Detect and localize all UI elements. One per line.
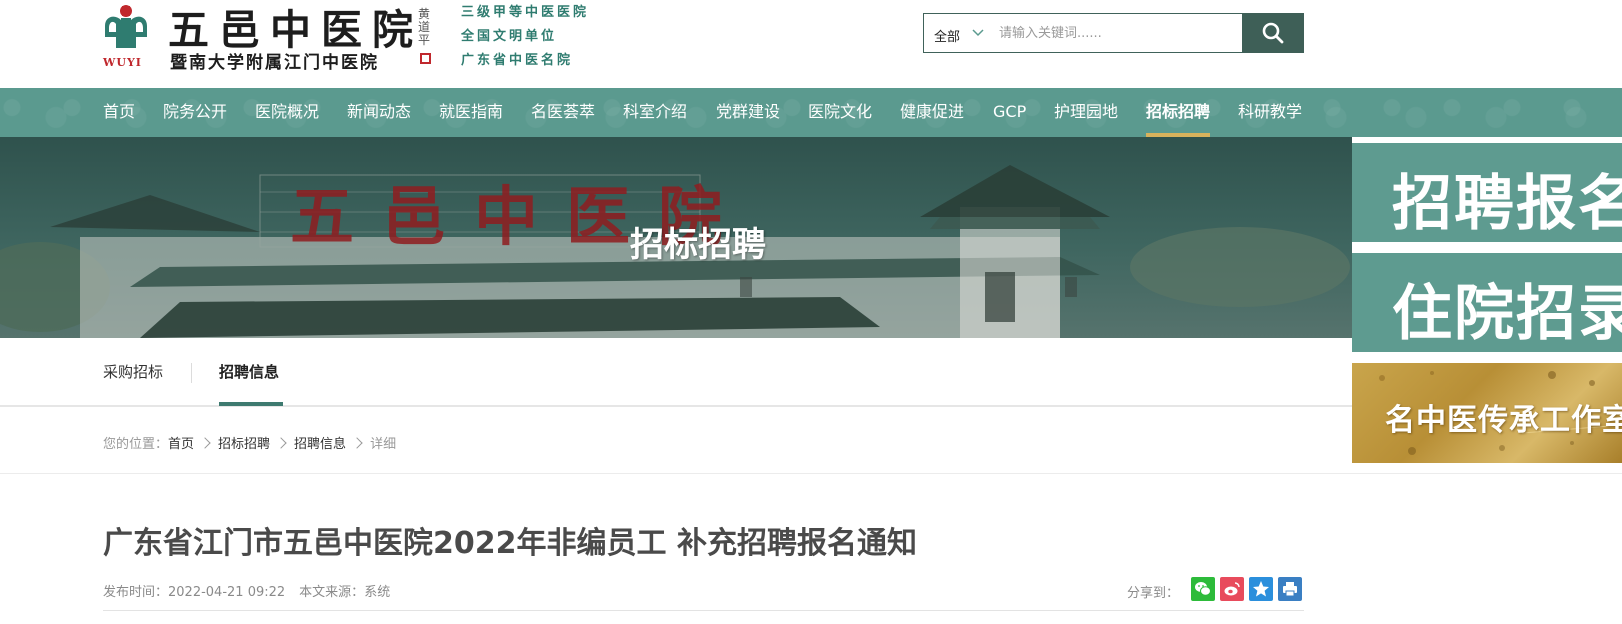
wechat-icon [1195,582,1211,596]
site-header: WUYI 五邑中医院 暨南大学附属江门中医院 黄道平 三级甲等中医医院 全国文明… [0,0,1622,88]
active-tab-indicator [219,402,283,406]
honor-item: 广东省中医名院 [461,53,574,68]
red-seal-icon [420,53,431,64]
main-nav: 首页 院务公开 医院概况 新闻动态 就医指南 名医荟萃 科室介绍 党群建设 医院… [0,88,1622,137]
logo-wordmark: WUYI [103,56,142,69]
tab-procurement[interactable]: 采购招标 [103,361,163,382]
breadcrumb-home[interactable]: 首页 [168,437,194,452]
tab-recruitment-info[interactable]: 招聘信息 [219,361,279,382]
search-button[interactable] [1242,13,1304,53]
share-weibo-button[interactable] [1220,577,1244,601]
breadcrumb-recruitment[interactable]: 招标招聘 [218,437,270,452]
banner: 五邑中医院 招标招聘 [0,137,1352,338]
chevron-right-icon [199,437,211,449]
honor-item: 三级甲等中医医院 [461,5,590,20]
nav-item-overview[interactable]: 医院概况 [255,88,319,137]
breadcrumb-recruitment-info[interactable]: 招聘信息 [294,437,346,452]
search-scope-select[interactable]: 全部 [934,26,960,45]
nav-item-culture[interactable]: 医院文化 [808,88,872,137]
breadcrumb-prefix: 您的位置： [103,437,169,452]
recruitment-signup-panel[interactable]: 招聘报名 [1352,143,1622,242]
chevron-down-icon[interactable] [971,25,985,39]
publish-time: 2022-04-21 09:22 [168,585,286,600]
chevron-right-icon [275,437,287,449]
resident-admission-panel[interactable]: 住院招录 [1352,253,1622,352]
sub-tabs: 采购招标 招聘信息 [0,338,1352,407]
nav-item-research[interactable]: 科研教学 [1238,88,1302,137]
share-qzone-button[interactable] [1249,577,1273,601]
nav-item-nursing[interactable]: 护理园地 [1054,88,1118,137]
hospital-honors: 三级甲等中医医院 全国文明单位 广东省中医名院 [461,1,589,73]
breadcrumb-current: 详细 [370,437,397,452]
nav-item-news[interactable]: 新闻动态 [347,88,411,137]
nav-item-guide[interactable]: 就医指南 [439,88,503,137]
share-wechat-button[interactable] [1191,577,1215,601]
article-source: 系统 [364,585,391,600]
chevron-right-icon [351,437,363,449]
tab-divider [191,363,192,383]
weibo-icon [1224,582,1240,596]
print-icon [1283,582,1297,597]
nav-item-departments[interactable]: 科室介绍 [623,88,687,137]
honor-item: 全国文明单位 [461,29,558,44]
search-input[interactable] [999,20,1229,46]
breadcrumb: 您的位置：首页 招标招聘 招聘信息 详细 [103,433,396,452]
breadcrumb-divider [0,473,1622,474]
resident-admission-label: 住院招录 [1392,279,1622,349]
source-label: 本文来源： [299,585,365,600]
tcm-studio-panel[interactable]: 名中医传承工作室 [1352,363,1622,463]
nav-item-recruitment[interactable]: 招标招聘 [1146,88,1211,137]
print-button[interactable] [1278,577,1302,601]
recruitment-signup-label: 招聘报名 [1392,169,1622,239]
nav-item-affairs[interactable]: 院务公开 [163,88,227,137]
nav-item-party[interactable]: 党群建设 [716,88,780,137]
publish-label: 发布时间： [103,585,169,600]
search-icon [1262,22,1284,44]
article-divider [103,610,1304,611]
nav-item-health[interactable]: 健康促进 [900,88,964,137]
article-meta: 发布时间：2022-04-21 09:22 本文来源：系统 [103,581,390,600]
hospital-subtitle: 暨南大学附属江门中医院 [170,53,379,73]
share-label: 分享到： [1127,586,1180,601]
calligraphy-signature: 黄道平 [418,7,431,47]
nav-item-home[interactable]: 首页 [103,88,135,137]
hospital-emblem-icon [105,5,147,48]
star-icon [1253,581,1269,597]
article-title: 广东省江门市五邑中医院2022年非编员工 补充招聘报名通知 [103,526,917,561]
banner-title: 招标招聘 [630,225,766,265]
nav-item-gcp[interactable]: GCP [993,88,1026,137]
tcm-studio-label: 名中医传承工作室 [1385,403,1622,438]
nav-item-doctors[interactable]: 名医荟萃 [531,88,595,137]
